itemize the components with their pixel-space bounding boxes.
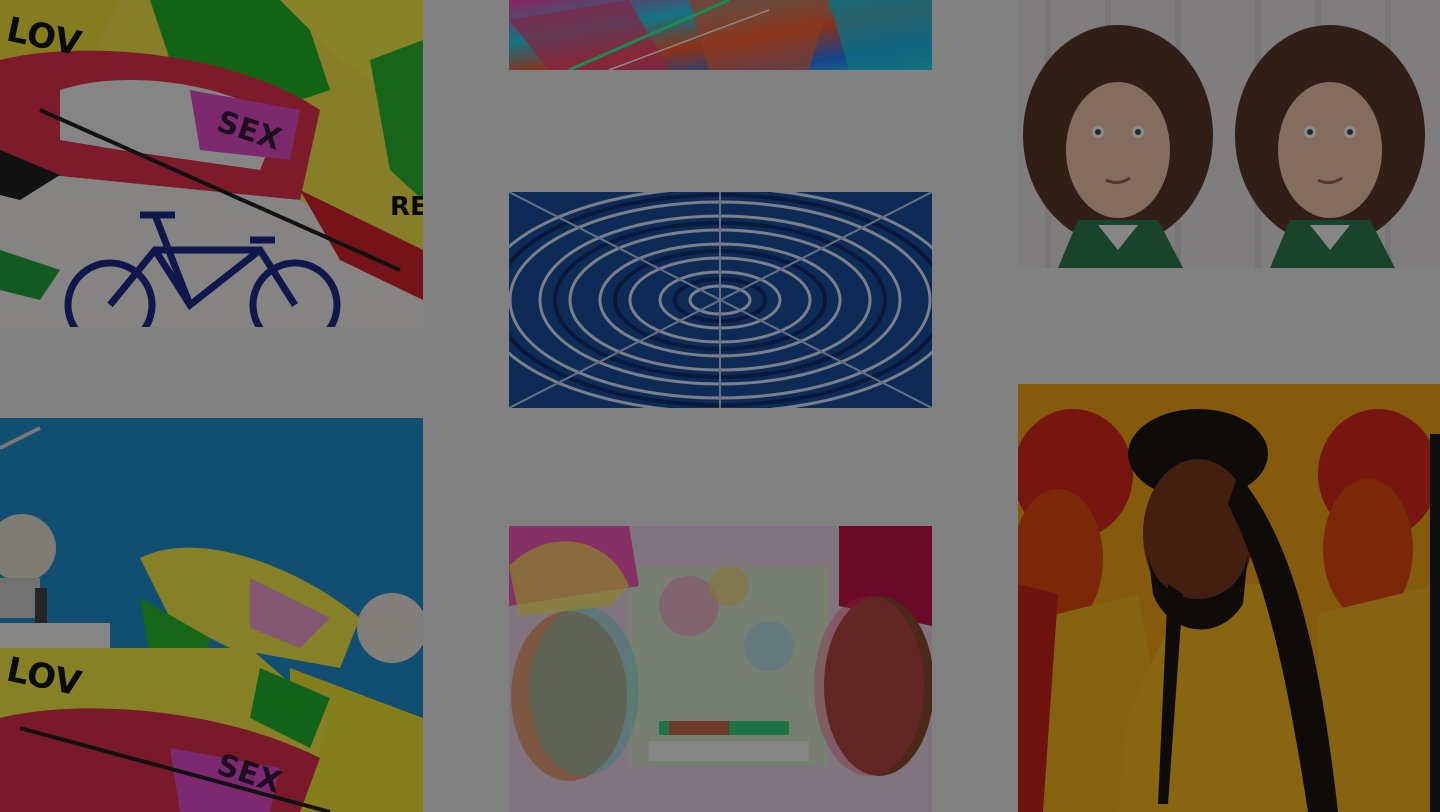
modal-backdrop-overlay[interactable]: [0, 0, 1440, 812]
